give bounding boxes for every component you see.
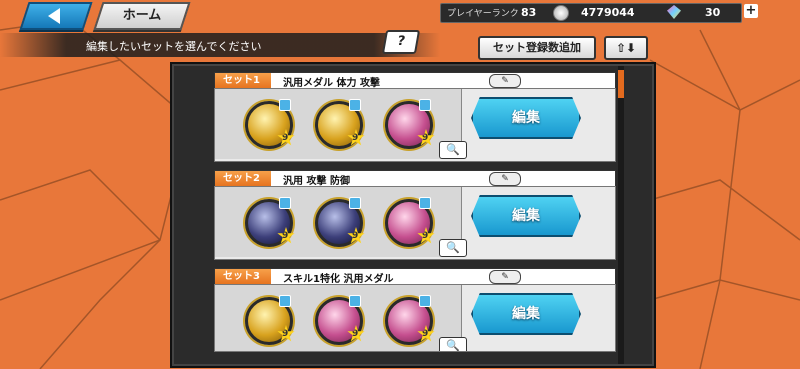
- gems-value: 30: [705, 6, 721, 19]
- status-bar: プレイヤーランク 83 4779044 30: [440, 3, 742, 23]
- rename-pencil-icon[interactable]: ✎: [489, 172, 521, 186]
- medal-badge-icon: [349, 197, 361, 209]
- coins-value: 4779044: [581, 6, 635, 19]
- rename-pencil-icon[interactable]: ✎: [489, 74, 521, 88]
- medal-badge-icon: [419, 197, 431, 209]
- gem-icon: [667, 5, 681, 19]
- medal-badge-icon: [279, 295, 291, 307]
- set-row: セット2 汎用 攻撃 防御 ✎ 9 9 9 🔍 編集: [214, 170, 616, 260]
- add-gems-button[interactable]: +: [744, 4, 758, 18]
- set-body: 9 9 9 🔍 編集: [214, 88, 616, 162]
- instruction-text: 編集したいセットを選んでください: [86, 40, 262, 53]
- set-tag: セット1: [215, 73, 271, 89]
- medal-badge-icon: [419, 295, 431, 307]
- set-name: スキル1特化 汎用メダル: [283, 274, 394, 285]
- medal-area: 9 9 9 🔍: [215, 187, 467, 257]
- help-button[interactable]: ?: [381, 30, 421, 54]
- scrollbar-handle[interactable]: [618, 70, 624, 98]
- player-rank-label: プレイヤーランク: [447, 9, 519, 19]
- back-button[interactable]: [19, 2, 93, 30]
- home-button-label: ホーム: [122, 8, 162, 23]
- magnifier-icon[interactable]: 🔍: [439, 141, 467, 159]
- medal-badge-icon: [349, 295, 361, 307]
- set-tag: セット3: [215, 269, 271, 285]
- rename-pencil-icon[interactable]: ✎: [489, 270, 521, 284]
- edit-set-button[interactable]: 編集: [471, 195, 581, 237]
- add-set-slots-button[interactable]: セット登録数追加: [478, 36, 596, 60]
- set-name: 汎用 攻撃 防御: [283, 176, 350, 187]
- back-arrow-icon: [48, 8, 60, 24]
- medal-badge-icon: [419, 99, 431, 111]
- medal-badge-icon: [349, 99, 361, 111]
- set-row: セット1 汎用メダル 体力 攻撃 ✎ 9 9 9 🔍 編集: [214, 72, 616, 162]
- magnifier-icon[interactable]: 🔍: [439, 337, 467, 351]
- set-body: 9 9 9 🔍 編集: [214, 186, 616, 260]
- player-rank-value: 83: [521, 6, 537, 19]
- home-button[interactable]: ホーム: [93, 2, 191, 30]
- medal-area: 9 9 9 🔍: [215, 89, 467, 159]
- magnifier-icon[interactable]: 🔍: [439, 239, 467, 257]
- instruction-bar: 編集したいセットを選んでください: [0, 33, 440, 57]
- coin-icon: [553, 5, 569, 21]
- set-name: 汎用メダル 体力 攻撃: [283, 78, 380, 89]
- scrollbar-track[interactable]: [618, 66, 624, 364]
- edit-set-button[interactable]: 編集: [471, 293, 581, 335]
- edit-set-button[interactable]: 編集: [471, 97, 581, 139]
- medal-badge-icon: [279, 197, 291, 209]
- sort-button[interactable]: ⇧⬇: [604, 36, 648, 60]
- medal-badge-icon: [279, 99, 291, 111]
- set-tag: セット2: [215, 171, 271, 187]
- medal-area: 9 9 9 🔍: [215, 285, 467, 351]
- set-body: 9 9 9 🔍 編集: [214, 284, 616, 352]
- set-row: セット3 スキル1特化 汎用メダル ✎ 9 9 9 🔍 編集: [214, 268, 616, 356]
